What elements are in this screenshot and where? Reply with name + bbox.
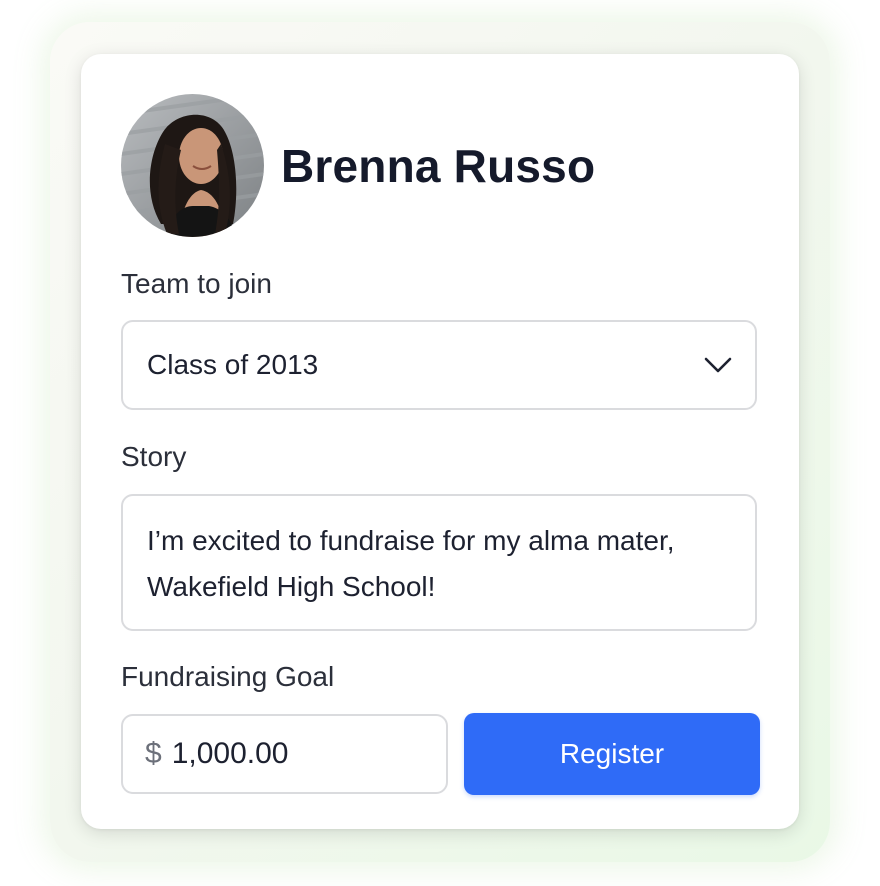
team-selected-value: Class of 2013 — [147, 349, 319, 380]
story-label: Story — [121, 441, 187, 472]
registration-card: Brenna Russo Team to join Class of 2013 … — [81, 54, 799, 829]
team-select[interactable]: Class of 2013 — [121, 320, 757, 410]
team-label: Team to join — [121, 268, 272, 299]
avatar-photo — [121, 94, 264, 237]
goal-amount: 1,000.00 — [171, 737, 289, 770]
story-textarea[interactable]: I’m excited to fundraise for my alma mat… — [121, 494, 757, 631]
goal-input[interactable]: $ 1,000.00 — [121, 714, 448, 794]
chevron-down-icon[interactable] — [703, 356, 733, 374]
page: Brenna Russo Team to join Class of 2013 … — [0, 0, 880, 886]
participant-name: Brenna Russo — [281, 139, 596, 192]
register-button[interactable]: Register — [464, 713, 760, 795]
profile-header: Brenna Russo — [121, 94, 595, 237]
avatar — [121, 94, 264, 237]
currency-symbol: $ — [145, 737, 162, 770]
goal-label: Fundraising Goal — [121, 661, 335, 692]
